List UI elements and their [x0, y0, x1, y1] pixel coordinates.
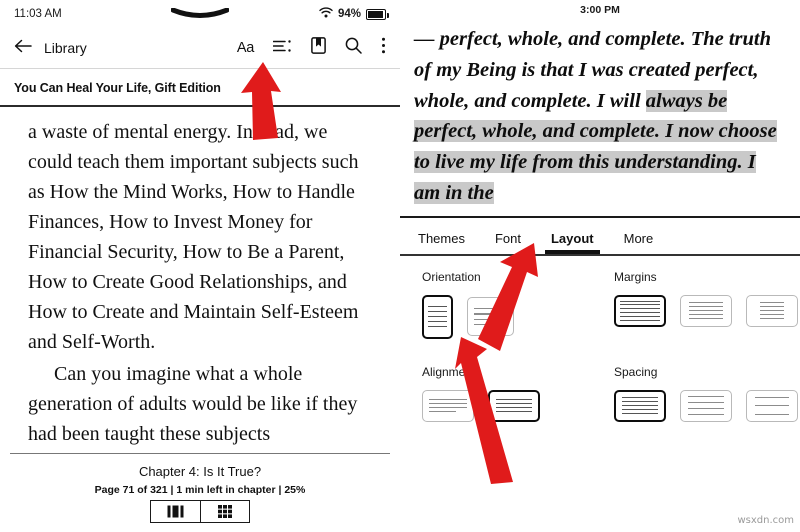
right-status-time: 3:00 PM [580, 4, 620, 16]
margins-label: Margins [614, 269, 657, 284]
battery-percent: 94% [337, 8, 361, 20]
tab-font[interactable]: Font [495, 231, 521, 254]
margins-wide-option[interactable] [746, 294, 798, 327]
battery-icon [366, 8, 389, 20]
status-time: 11:03 AM [14, 8, 62, 20]
quote-text-block: — perfect, whole, and complete. The trut… [400, 20, 800, 216]
right-screen-layout-settings: 3:00 PM — perfect, whole, and complete. … [400, 0, 800, 532]
orientation-landscape-option[interactable] [467, 297, 514, 336]
spacing-options [614, 389, 800, 422]
chapter-label: Chapter 4: Is It True? [138, 464, 262, 479]
margins-options [614, 294, 800, 327]
back-arrow-icon [14, 39, 32, 58]
settings-row-1: Orientation Margins [400, 270, 800, 339]
tab-layout[interactable]: Layout [545, 231, 600, 254]
grid-view-icon[interactable] [200, 501, 249, 522]
font-settings-button[interactable]: Aa [237, 40, 254, 56]
right-status-bar: 3:00 PM [400, 0, 800, 20]
spacing-medium-option[interactable] [680, 389, 732, 422]
more-vertical-icon[interactable] [381, 37, 386, 59]
spacing-group: Spacing [600, 365, 800, 422]
alignment-left-option[interactable] [422, 389, 474, 422]
search-icon[interactable] [345, 37, 362, 59]
toolbar-icons: Aa [237, 37, 386, 59]
book-body-text: a waste of mental energy. Instead, we co… [0, 107, 400, 449]
alignment-justified-option[interactable] [488, 389, 540, 422]
left-toolbar: Library Aa [0, 28, 400, 68]
orientation-options [422, 294, 600, 339]
tab-more[interactable]: More [624, 231, 654, 254]
orientation-portrait-option[interactable] [422, 294, 453, 339]
body-paragraph-2: Can you imagine what a whole generation … [28, 362, 358, 445]
back-to-library-button[interactable]: Library [14, 39, 87, 58]
orientation-label: Orientation [422, 269, 481, 284]
alignment-options [422, 389, 600, 422]
book-title: You Can Heal Your Life, Gift Edition [14, 81, 221, 95]
spacing-label: Spacing [614, 364, 658, 379]
table-of-contents-icon[interactable] [272, 39, 292, 58]
tab-themes[interactable]: Themes [418, 231, 465, 254]
margins-narrow-option[interactable] [614, 294, 666, 327]
footer-rule [10, 452, 390, 454]
layout-settings-panel: Orientation Margins Alignment Spacing [400, 256, 800, 422]
single-column-view-icon[interactable] [151, 501, 200, 522]
left-status-bar: 11:03 AM 94% [0, 0, 400, 28]
page-progress-info: Page 71 of 321 | 1 min left in chapter |… [94, 484, 306, 496]
view-mode-toggle[interactable] [150, 500, 250, 523]
orientation-group: Orientation [400, 270, 600, 339]
body-paragraph-1: a waste of mental energy. Instead, we co… [28, 120, 359, 353]
watermark: wsxdn.com [737, 515, 794, 526]
spacing-loose-option[interactable] [746, 389, 798, 422]
margins-medium-option[interactable] [680, 294, 732, 327]
back-label: Library [44, 40, 87, 56]
settings-tabs: Themes Font Layout More [400, 218, 800, 254]
status-indicators: 94% [319, 5, 389, 23]
chevron-down-handle-icon[interactable] [170, 7, 230, 27]
screenshot-root: 11:03 AM 94% Library Aa You Can Heal You… [0, 0, 800, 532]
bookmark-icon[interactable] [311, 37, 326, 59]
margins-group: Margins [600, 270, 800, 339]
wifi-icon [319, 5, 333, 23]
alignment-group: Alignment [400, 365, 600, 422]
spacing-tight-option[interactable] [614, 389, 666, 422]
settings-row-2: Alignment Spacing [400, 365, 800, 422]
alignment-label: Alignment [422, 364, 476, 379]
left-screen-reader-view: 11:03 AM 94% Library Aa You Can Heal You… [0, 0, 400, 532]
